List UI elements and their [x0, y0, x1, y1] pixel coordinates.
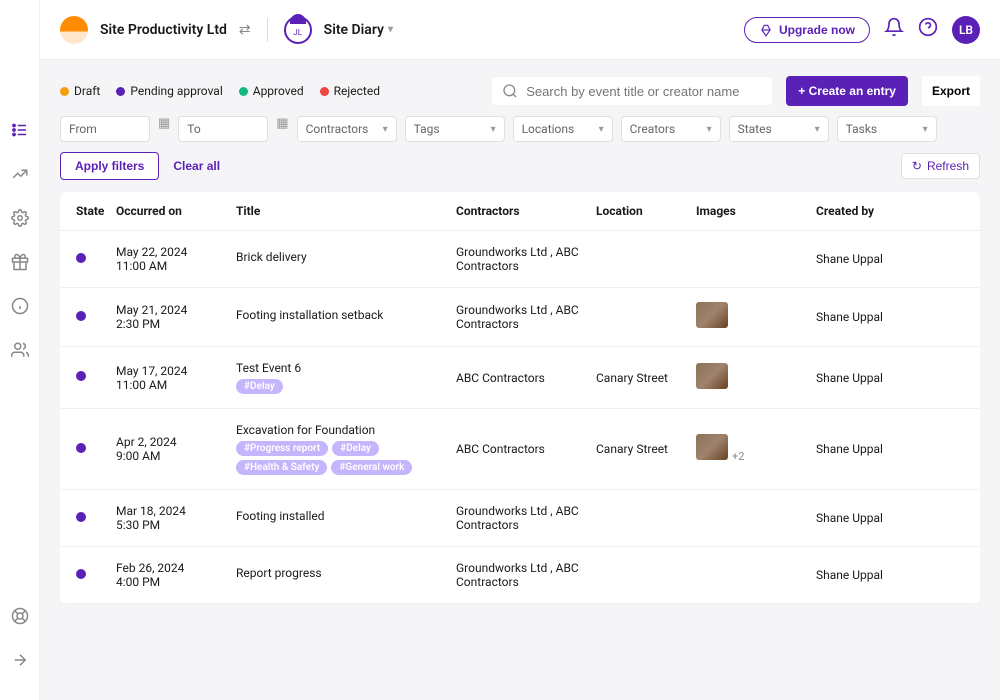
row-title: Test Event 6	[236, 361, 456, 375]
entries-table: State Occurred on Title Contractors Loca…	[60, 192, 980, 604]
row-creator: Shane Uppal	[816, 568, 964, 582]
state-indicator	[76, 371, 86, 381]
tag: #Progress report	[236, 441, 328, 456]
row-creator: Shane Uppal	[816, 442, 964, 456]
table-row[interactable]: May 21, 20242:30 PM Footing installation…	[60, 288, 980, 347]
filter-tags[interactable]: Tags▾	[405, 116, 505, 142]
row-location: Canary Street	[596, 442, 696, 456]
table-row[interactable]: May 17, 202411:00 AM Test Event 6#Delay …	[60, 347, 980, 409]
row-title: Footing installation setback	[236, 308, 456, 322]
upgrade-button[interactable]: Upgrade now	[744, 17, 870, 43]
filter-locations[interactable]: Locations▾	[513, 116, 613, 142]
state-indicator	[76, 253, 86, 263]
row-creator: Shane Uppal	[816, 371, 964, 385]
row-creator: Shane Uppal	[816, 252, 964, 266]
filter-tasks[interactable]: Tasks▾	[837, 116, 937, 142]
create-entry-button[interactable]: + Create an entry	[786, 76, 908, 106]
sidebar	[0, 0, 40, 700]
user-avatar[interactable]: LB	[952, 16, 980, 44]
row-contractors: Groundworks Ltd , ABC Contractors	[456, 303, 596, 331]
help-icon[interactable]	[918, 17, 938, 42]
nav-support-icon[interactable]	[10, 606, 30, 626]
nav-list-icon[interactable]	[10, 120, 30, 140]
table-row[interactable]: Mar 18, 20245:30 PM Footing installed Gr…	[60, 490, 980, 547]
row-time: 4:00 PM	[116, 575, 236, 589]
row-time: 2:30 PM	[116, 317, 236, 331]
export-button[interactable]: Export	[922, 76, 980, 106]
image-thumbnail[interactable]	[696, 434, 728, 460]
nav-info-icon[interactable]	[10, 296, 30, 316]
section-dropdown[interactable]: Site Diary▾	[324, 22, 393, 38]
row-date: Mar 18, 2024	[116, 504, 236, 518]
row-date: May 17, 2024	[116, 364, 236, 378]
table-row[interactable]: Apr 2, 20249:00 AM Excavation for Founda…	[60, 409, 980, 490]
table-row[interactable]: May 22, 202411:00 AM Brick delivery Grou…	[60, 231, 980, 288]
row-contractors: ABC Contractors	[456, 371, 596, 385]
filter-creators[interactable]: Creators▾	[621, 116, 721, 142]
row-title: Excavation for Foundation	[236, 423, 456, 437]
row-contractors: ABC Contractors	[456, 442, 596, 456]
state-indicator	[76, 569, 86, 579]
refresh-button[interactable]: ↻Refresh	[901, 153, 980, 179]
filter-from-date[interactable]: From	[60, 116, 150, 142]
row-date: Feb 26, 2024	[116, 561, 236, 575]
swap-icon[interactable]: ⇄	[239, 22, 251, 38]
tag: #Delay	[332, 441, 379, 456]
row-location: Canary Street	[596, 371, 696, 385]
calendar-icon[interactable]: ▦	[276, 116, 288, 142]
row-time: 11:00 AM	[116, 259, 236, 273]
row-contractors: Groundworks Ltd , ABC Contractors	[456, 561, 596, 589]
nav-analytics-icon[interactable]	[10, 164, 30, 184]
tag: #Delay	[236, 379, 283, 394]
refresh-icon: ↻	[912, 159, 922, 173]
diary-logo-icon: JL	[284, 16, 312, 44]
search-input[interactable]	[492, 77, 772, 105]
row-title: Footing installed	[236, 509, 456, 523]
tag: #General work	[331, 460, 412, 475]
status-legend: Draft Pending approval Approved Rejected	[60, 84, 478, 98]
filter-to-date[interactable]: To	[178, 116, 268, 142]
company-name: Site Productivity Ltd	[100, 22, 227, 38]
clear-filters-button[interactable]: Clear all	[173, 159, 220, 173]
state-indicator	[76, 311, 86, 321]
nav-users-icon[interactable]	[10, 340, 30, 360]
image-thumbnail[interactable]	[696, 363, 728, 389]
image-count: +2	[732, 450, 744, 463]
row-date: May 21, 2024	[116, 303, 236, 317]
calendar-icon[interactable]: ▦	[158, 116, 170, 142]
company-logo-icon	[60, 16, 88, 44]
state-indicator	[76, 443, 86, 453]
row-title: Brick delivery	[236, 250, 456, 264]
nav-settings-icon[interactable]	[10, 208, 30, 228]
row-date: Apr 2, 2024	[116, 435, 236, 449]
row-contractors: Groundworks Ltd , ABC Contractors	[456, 504, 596, 532]
row-creator: Shane Uppal	[816, 310, 964, 324]
row-date: May 22, 2024	[116, 245, 236, 259]
nav-gift-icon[interactable]	[10, 252, 30, 272]
row-title: Report progress	[236, 566, 456, 580]
divider	[267, 18, 268, 42]
row-creator: Shane Uppal	[816, 511, 964, 525]
tag: #Health & Safety	[236, 460, 327, 475]
nav-expand-icon[interactable]	[10, 650, 30, 670]
row-time: 11:00 AM	[116, 378, 236, 392]
filter-contractors[interactable]: Contractors▾	[297, 116, 397, 142]
apply-filters-button[interactable]: Apply filters	[60, 152, 159, 180]
table-row[interactable]: Feb 26, 20244:00 PM Report progress Grou…	[60, 547, 980, 604]
table-header: State Occurred on Title Contractors Loca…	[60, 192, 980, 231]
row-contractors: Groundworks Ltd , ABC Contractors	[456, 245, 596, 273]
notifications-icon[interactable]	[884, 17, 904, 42]
row-time: 9:00 AM	[116, 449, 236, 463]
state-indicator	[76, 512, 86, 522]
filter-states[interactable]: States▾	[729, 116, 829, 142]
row-time: 5:30 PM	[116, 518, 236, 532]
search-icon	[502, 83, 518, 99]
topbar: Site Productivity Ltd ⇄ JL Site Diary▾ U…	[40, 0, 1000, 60]
image-thumbnail[interactable]	[696, 302, 728, 328]
